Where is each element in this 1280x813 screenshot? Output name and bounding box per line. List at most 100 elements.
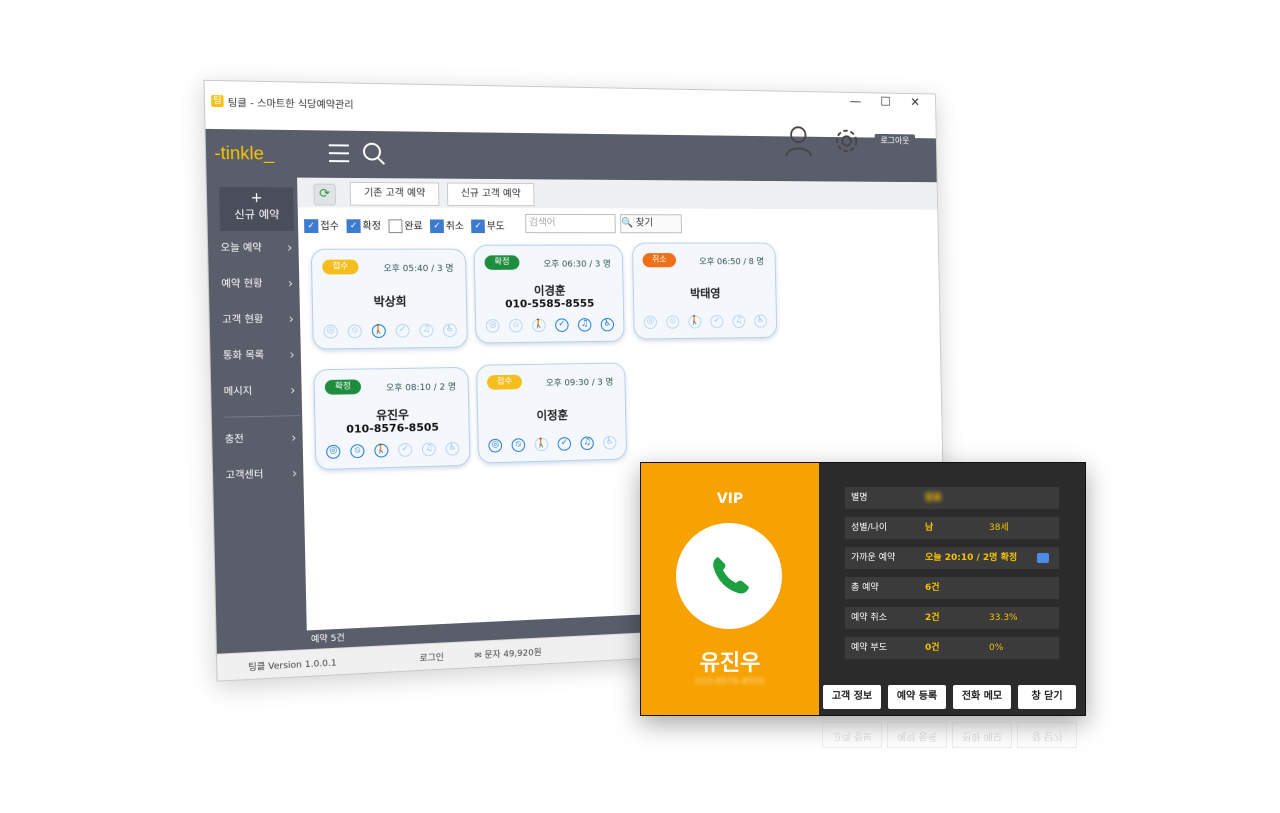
filter-label: 완료 (404, 221, 422, 232)
sidebar-item-charge[interactable]: 충전 › (224, 425, 298, 455)
search-input[interactable]: 검색어 (525, 214, 616, 233)
reservation-time: 오후 06:30 / 3 명 (543, 257, 611, 270)
window-title: 팅클 - 스마트한 식당예약관리 (228, 94, 354, 111)
filter-confirmed[interactable]: ✓ 확정 (346, 217, 381, 233)
filter-label: 부도 (487, 222, 505, 233)
reservation-card[interactable]: 확정 오후 08:10 / 2 명 유진우 010-8576-8505 ◎ ⦸ … (313, 367, 470, 470)
reservation-time: 오후 06:50 / 8 명 (699, 255, 764, 267)
filter-label: 접수 (320, 221, 339, 232)
refresh-icon[interactable]: ⟳ (313, 184, 336, 206)
customer-name: 박상희 (313, 292, 466, 310)
logout-button[interactable]: 로그아웃 (875, 134, 916, 149)
info-value-2: 33.3% (989, 607, 1018, 629)
status-badge: 취소 (642, 253, 676, 267)
user-icon[interactable] (784, 125, 813, 157)
new-reservation-label: 신규 예약 (234, 208, 279, 221)
chevron-right-icon: › (288, 306, 294, 334)
caller-name: 유진우 (641, 645, 819, 677)
target-icon: ◎ (326, 445, 340, 459)
filter-label: 확정 (362, 221, 381, 232)
chevron-right-icon: › (287, 235, 293, 263)
filter-noshow[interactable]: ✓ 부도 (471, 218, 505, 234)
status-badge: 확정 (325, 379, 362, 394)
customer-name: 박태영 (634, 285, 776, 302)
search-icon[interactable] (363, 143, 381, 161)
reservation-card[interactable]: 접수 오후 09:30 / 3 명 이정훈 ◎ ⦸ 🚶 ✓ ♫ ♿ (476, 362, 627, 463)
info-value-2: 0% (989, 637, 1003, 659)
search-icon: 🔍 (621, 218, 633, 228)
minimize-button[interactable]: — (842, 95, 869, 109)
reservation-card[interactable]: 확정 오후 06:30 / 3 명 이경훈 010-5585-8555 ◎ ⦸ … (474, 245, 625, 344)
tinkle-logo: -tinkle_ (214, 143, 274, 165)
no-icon: ⦸ (509, 319, 523, 333)
checkbox-icon (388, 219, 402, 233)
tab-existing-customer[interactable]: 기존 고객 예약 (350, 182, 440, 206)
sidebar-item-today[interactable]: 오늘 예약 › (220, 235, 294, 263)
check-icon: ✓ (555, 318, 569, 332)
reflection-button: 예약 등록 (887, 722, 947, 748)
find-label: 찾기 (636, 218, 653, 228)
filter-bar: ✓ 접수 ✓ 확정 완료 ✓ 취소 ✓ 부도 검색어 🔍 찾기 (298, 207, 938, 242)
target-icon: ◎ (323, 325, 337, 339)
gear-icon[interactable] (832, 126, 861, 156)
info-row-cancelled: 예약 취소 2건 33.3% (845, 607, 1059, 629)
info-row-total: 총 예약 6건 (845, 577, 1059, 599)
reflection-button: 고객 정보 (822, 722, 882, 748)
new-reservation-button[interactable]: + 신규 예약 (219, 187, 294, 231)
close-button[interactable]: ✕ (902, 96, 928, 110)
wheelchair-icon: ♿ (445, 442, 459, 456)
sidebar-item-label: 통화 목록 (223, 350, 264, 362)
incoming-call-popup: VIP 유진우 010-8576-8505 별명 없음 성별/나이 남 38세 … (640, 462, 1086, 716)
plus-icon: + (219, 187, 293, 206)
info-value: 6건 (925, 577, 940, 599)
caller-phone: 010-8576-8505 (641, 677, 819, 687)
find-button[interactable]: 🔍 찾기 (620, 214, 682, 233)
vip-label: VIP (641, 491, 819, 507)
sidebar-item-messages[interactable]: 메시지 › (223, 378, 297, 407)
reservation-time: 오후 05:40 / 3 명 (383, 261, 453, 274)
info-label: 예약 취소 (851, 607, 887, 629)
card-icons: ◎ ⦸ 🚶 ✓ ♫ ♿ (486, 318, 614, 333)
customer-name: 이정훈 (478, 405, 625, 425)
music-icon: ♫ (732, 315, 745, 328)
chevron-right-icon: › (291, 425, 297, 453)
sidebar-item-label: 고객 현황 (222, 314, 263, 325)
wheelchair-icon: ♿ (601, 318, 614, 331)
checkbox-icon: ✓ (304, 219, 318, 233)
info-row-nickname: 별명 없음 (845, 487, 1059, 509)
customer-phone: 010-8576-8505 (315, 420, 468, 436)
target-icon: ◎ (488, 439, 502, 453)
reservation-card[interactable]: 취소 오후 06:50 / 8 명 박태영 ◎ ⦸ 🚶 ✓ ♫ ♿ (632, 243, 777, 340)
wheelchair-icon: ♿ (754, 315, 767, 328)
close-window-button[interactable]: 창 닫기 (1018, 685, 1076, 709)
sidebar-item-support[interactable]: 고객센터 › (225, 461, 299, 491)
maximize-button[interactable]: ☐ (872, 95, 899, 109)
reservation-card[interactable]: 접수 오후 05:40 / 3 명 박상희 ◎ ⦸ 🚶 ✓ ♫ ♿ (311, 249, 468, 350)
filter-completed[interactable]: 완료 (388, 217, 422, 233)
sidebar-divider (224, 415, 300, 418)
customer-info-button[interactable]: 고객 정보 (823, 685, 881, 709)
wheelchair-icon: ♿ (443, 323, 457, 337)
sidebar-item-status[interactable]: 예약 현황 › (221, 271, 295, 299)
copy-icon[interactable] (1037, 553, 1049, 563)
customer-phone: 010-5585-8555 (476, 297, 623, 311)
tab-new-customer[interactable]: 신규 고객 예약 (447, 183, 535, 207)
status-badge: 접수 (322, 260, 359, 275)
filter-cancelled[interactable]: ✓ 취소 (430, 218, 464, 234)
sidebar-item-calls[interactable]: 통화 목록 › (223, 342, 297, 371)
info-row-noshow: 예약 부도 0건 0% (845, 637, 1059, 659)
register-reservation-button[interactable]: 예약 등록 (888, 685, 946, 709)
no-icon: ⦸ (348, 324, 362, 338)
call-memo-button[interactable]: 전화 메모 (953, 685, 1011, 709)
filter-received[interactable]: ✓ 접수 (304, 217, 339, 233)
call-button[interactable] (676, 523, 782, 629)
sidebar-item-customers[interactable]: 고객 현황 › (222, 306, 296, 335)
music-icon: ♫ (422, 442, 436, 456)
no-icon: ⦸ (666, 315, 679, 328)
chevron-right-icon: › (290, 378, 296, 406)
caller-panel: VIP 유진우 010-8576-8505 (641, 463, 819, 715)
check-icon: ✓ (710, 315, 723, 328)
phone-icon (706, 551, 754, 599)
hamburger-menu-icon[interactable] (329, 144, 350, 162)
popup-reflection: 고객 정보 예약 등록 전화 메모 창 닫기 (640, 714, 1084, 774)
